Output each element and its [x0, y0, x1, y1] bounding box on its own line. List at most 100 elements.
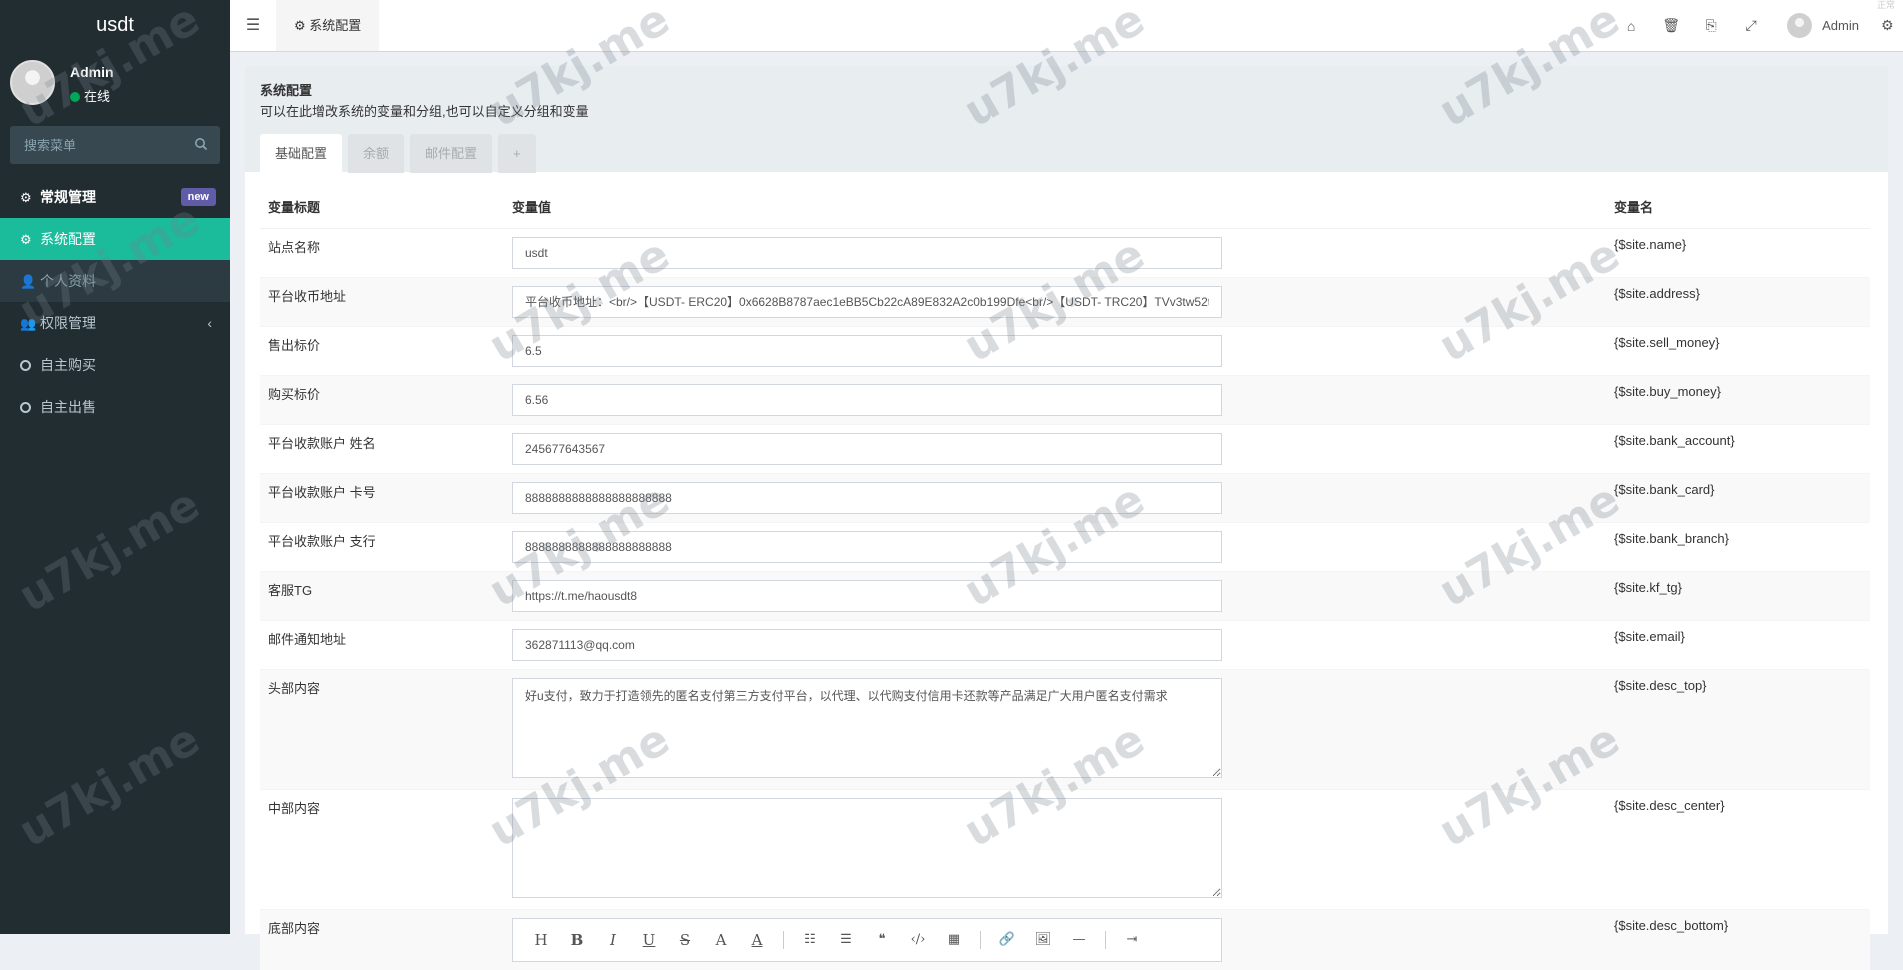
row-variable-name: {$site.name} [1606, 227, 1870, 277]
code-icon[interactable]: ‹/› [900, 932, 936, 947]
sidebar-item-system-config[interactable]: ⚙ 系统配置 [0, 218, 230, 260]
underline-icon[interactable]: U [631, 931, 667, 949]
table-row: 平台收币地址 {$site.address} [260, 276, 1870, 326]
row-title: 平台收款账户 支行 [260, 521, 504, 571]
circle-icon [20, 360, 31, 371]
row-value-input[interactable] [512, 236, 1222, 269]
image-icon[interactable]: 🖼 [1025, 932, 1061, 947]
row-variable-name: {$site.desc_top} [1606, 668, 1870, 789]
menu-search-input[interactable] [10, 126, 220, 164]
row-value-input[interactable] [512, 285, 1222, 318]
row-value-cell [504, 619, 1606, 669]
indent-icon[interactable]: ⇥ [1114, 932, 1150, 947]
link-icon[interactable]: 🔗 [989, 932, 1025, 947]
trash-icon[interactable]: 🗑 [1651, 17, 1691, 34]
row-title: 售出标价 [260, 325, 504, 375]
tab-basic-config[interactable]: 基础配置 [260, 134, 343, 173]
home-icon[interactable]: ⌂ [1611, 18, 1651, 34]
tab-system-config[interactable]: ⚙ 系统配置 [276, 0, 380, 51]
sidebar-item-general[interactable]: ⚙ 常规管理 new [0, 176, 230, 218]
row-value-input[interactable] [512, 432, 1222, 465]
sidebar-item-label: 系统配置 [40, 231, 96, 247]
sidebar-item-profile[interactable]: 👤 个人资料 [0, 260, 230, 302]
row-value-input[interactable] [512, 383, 1222, 416]
table-row: 客服TG {$site.kf_tg} [260, 570, 1870, 620]
avatar[interactable] [1787, 13, 1813, 38]
new-badge: new [180, 188, 216, 206]
row-title: 头部内容 [260, 668, 504, 789]
sidebar-item-label: 权限管理 [40, 315, 96, 331]
chevron-left-icon: ‹ [207, 315, 212, 331]
unordered-list-icon[interactable]: ☰ [828, 932, 864, 947]
row-value-cell [504, 788, 1606, 909]
user-icon: 👤 [20, 274, 37, 289]
row-variable-name: {$site.buy_money} [1606, 374, 1870, 424]
fullscreen-icon[interactable]: ⤢ [1731, 17, 1771, 34]
config-tabs: 基础配置 余额 邮件配置 + [260, 134, 1873, 173]
tab-email-config[interactable]: 邮件配置 [410, 134, 493, 173]
main-content: 系统配置 可以在此增改系统的变量和分组,也可以自定义分组和变量 基础配置 余额 … [245, 66, 1888, 970]
top-actions: ⌂ 🗑 ⎘ ⤢ Admin ⚙ [1611, 0, 1903, 51]
row-value-input[interactable] [512, 530, 1222, 563]
row-title: 中部内容 [260, 788, 504, 909]
sidebar-item-permissions[interactable]: 👥 权限管理 ‹ [0, 302, 230, 344]
toolbar-divider [980, 930, 981, 949]
top-navbar: ☰ ⚙ 系统配置 ⌂ 🗑 ⎘ ⤢ Admin ⚙ 正常 [230, 0, 1903, 52]
sidebar-item-self-buy[interactable]: 自主购买 [0, 344, 230, 386]
ordered-list-icon[interactable]: ☷ [792, 932, 828, 947]
row-value-input[interactable] [512, 628, 1222, 661]
rich-text-editor-toolbar: H B I U S A A ☷ ☰ ❝ ‹/› ▦ 🔗 🖼 — ⇥ [512, 917, 1222, 962]
row-value-cell [504, 227, 1606, 277]
row-value-cell: 好u支付，致力于打造领先的匿名支付第三方支付平台，以代理、以代购支付信用卡还款等… [504, 668, 1606, 789]
gear-icon: ⚙ [20, 232, 32, 247]
row-value-textarea[interactable]: 好u支付，致力于打造领先的匿名支付第三方支付平台，以代理、以代购支付信用卡还款等… [512, 677, 1222, 778]
column-header-title: 变量标题 [260, 186, 504, 229]
row-value-input[interactable] [512, 334, 1222, 367]
search-icon[interactable] [194, 137, 208, 151]
row-variable-name: {$site.bank_branch} [1606, 521, 1870, 571]
table-row: 中部内容 {$site.desc_center} [260, 788, 1870, 909]
hamburger-menu-icon[interactable]: ☰ [230, 0, 276, 51]
row-variable-name: {$site.bank_account} [1606, 423, 1870, 473]
sidebar-item-self-sell[interactable]: 自主出售 [0, 386, 230, 428]
font-color-icon[interactable]: A [703, 931, 739, 949]
row-title: 客服TG [260, 570, 504, 620]
toolbar-divider [1105, 930, 1106, 949]
sidebar-item-label: 个人资料 [40, 273, 96, 289]
add-tab-button[interactable]: + [498, 134, 536, 173]
column-header-value: 变量值 [504, 186, 1606, 229]
tab-balance[interactable]: 余额 [348, 134, 405, 173]
horizontal-rule-icon[interactable]: — [1061, 932, 1097, 947]
font-bg-color-icon[interactable]: A [739, 931, 775, 949]
table-row: 售出标价 {$site.sell_money} [260, 325, 1870, 375]
row-title: 邮件通知地址 [260, 619, 504, 669]
circle-icon [20, 402, 31, 413]
user-menu[interactable]: Admin [1822, 18, 1859, 33]
table-row: 平台收款账户 支行 {$site.bank_branch} [260, 521, 1870, 571]
row-variable-name: {$site.bank_card} [1606, 472, 1870, 522]
table-icon[interactable]: ▦ [936, 932, 972, 947]
cogs-icon: ⚙ [20, 190, 32, 205]
brand-logo[interactable]: usdt [0, 0, 230, 50]
row-value-input[interactable] [512, 481, 1222, 514]
row-value-textarea[interactable] [512, 797, 1222, 898]
row-title: 底部内容 [260, 908, 504, 970]
user-panel: Admin 在线 [0, 50, 230, 120]
italic-icon[interactable]: I [595, 931, 631, 949]
row-title: 平台收款账户 卡号 [260, 472, 504, 522]
language-icon[interactable]: ⎘ [1691, 17, 1731, 34]
row-title: 平台收币地址 [260, 276, 504, 326]
row-variable-name: {$site.desc_center} [1606, 788, 1870, 909]
group-icon: 👥 [20, 316, 37, 331]
quote-icon[interactable]: ❝ [864, 932, 900, 947]
settings-gear-icon[interactable]: ⚙ [1881, 17, 1903, 34]
bold-icon[interactable]: B [559, 931, 595, 949]
strikethrough-icon[interactable]: S [667, 931, 703, 949]
table-row: 底部内容 H B I U S A A ☷ ☰ ❝ ‹/› ▦ 🔗 🖼 — ⇥ {$site.desc_bottom… [260, 908, 1870, 970]
row-title: 站点名称 [260, 227, 504, 277]
sidebar: usdt Admin 在线 ⚙ 常规管理 new ⚙ 系统配置 👤个人资料 👥权限管… [0, 0, 230, 934]
table-row: 平台收款账户 姓名 {$site.bank_account} [260, 423, 1870, 473]
sidebar-item-label: 常规管理 [40, 189, 96, 205]
row-value-input[interactable] [512, 579, 1222, 612]
heading-icon[interactable]: H [523, 931, 559, 949]
